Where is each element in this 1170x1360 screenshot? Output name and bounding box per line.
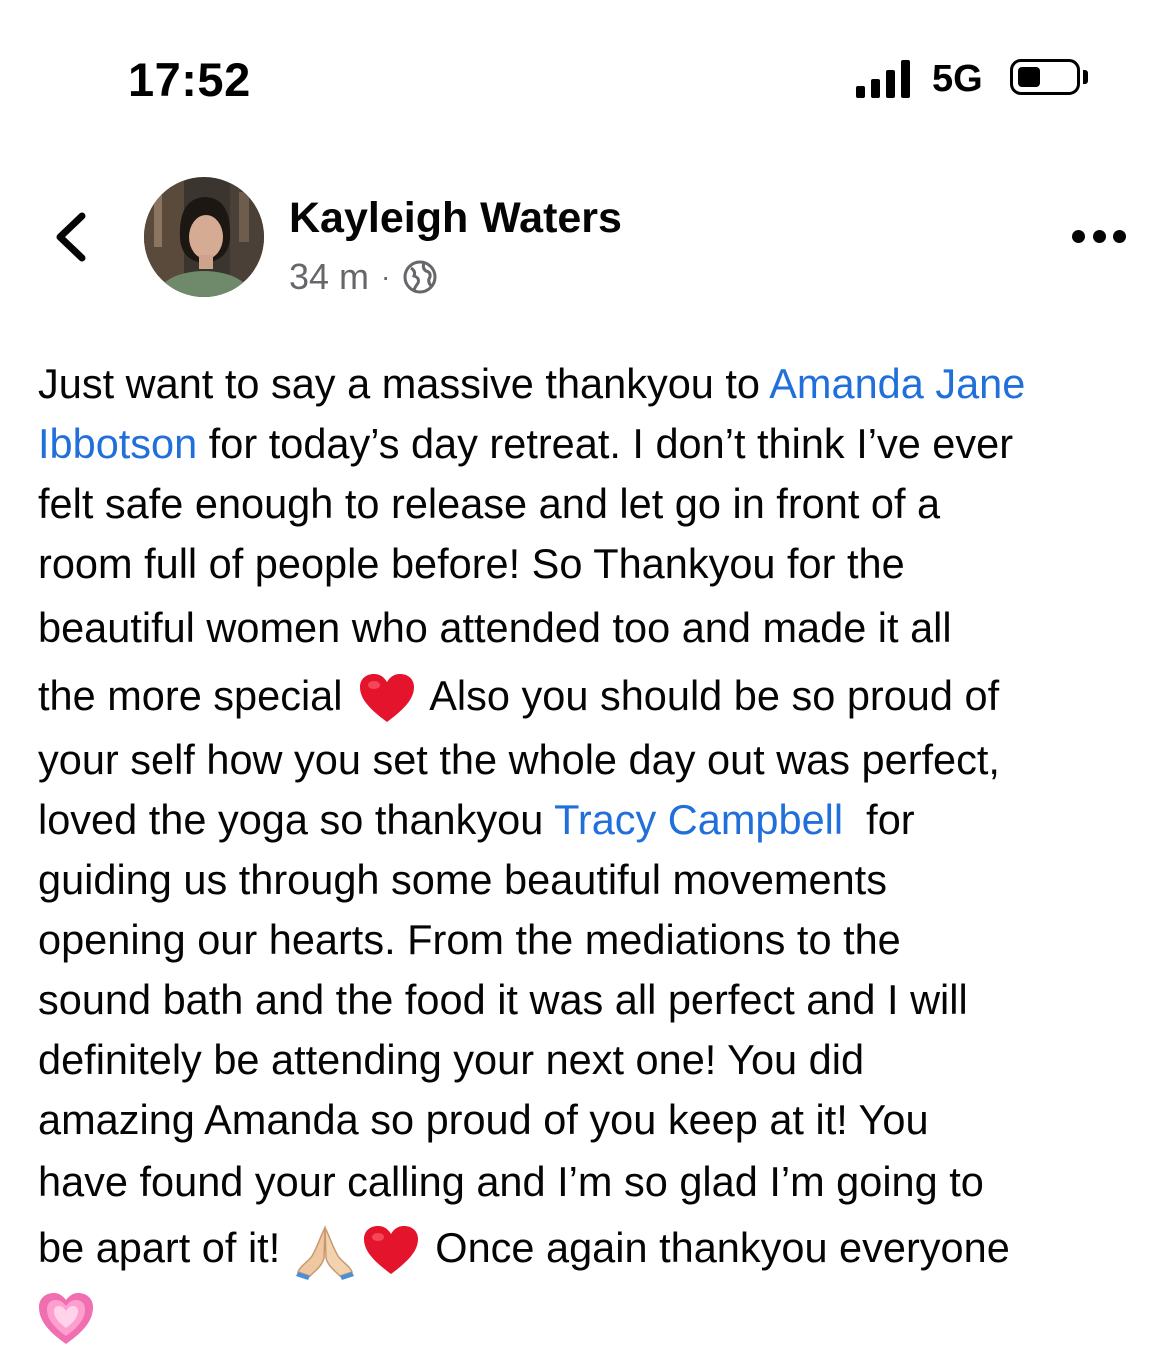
post-line: the more special Also you should be so p… bbox=[38, 662, 1148, 730]
post-text: Just want to say a massive thankyou to A… bbox=[38, 354, 1148, 1350]
post-line: felt safe enough to release and let go i… bbox=[38, 480, 941, 527]
post-line: Ibbotson for today’s day retreat. I don’… bbox=[38, 420, 1014, 467]
post-line: have found your calling and I’m so glad … bbox=[38, 1158, 984, 1205]
battery-icon bbox=[1010, 59, 1080, 95]
post-line: Just want to say a massive thankyou to A… bbox=[38, 360, 1026, 407]
post-line: definitely be attending your next one! Y… bbox=[38, 1036, 865, 1083]
mention-amanda[interactable]: Ibbotson bbox=[38, 420, 197, 467]
avatar[interactable] bbox=[144, 177, 264, 297]
post-line: room full of people before! So Thankyou … bbox=[38, 540, 905, 587]
growing-heart-icon bbox=[39, 1293, 93, 1345]
post-line bbox=[38, 1282, 1148, 1350]
mention-tracy[interactable]: Tracy Campbell bbox=[554, 796, 843, 843]
red-heart-icon bbox=[360, 674, 415, 723]
meta-separator: · bbox=[381, 261, 391, 292]
post-line: sound bath and the food it was all perfe… bbox=[38, 976, 968, 1023]
post-line: amazing Amanda so proud of you keep at i… bbox=[38, 1096, 929, 1143]
network-type: 5G bbox=[932, 58, 983, 100]
mention-amanda[interactable]: Amanda Jane bbox=[769, 360, 1025, 407]
post-line: your self how you set the whole day out … bbox=[38, 736, 1000, 783]
status-time: 17:52 bbox=[128, 53, 251, 106]
back-chevron-icon[interactable] bbox=[52, 210, 92, 264]
post-meta: 34 m · bbox=[289, 256, 438, 298]
author-name[interactable]: Kayleigh Waters bbox=[289, 194, 622, 243]
post-timestamp[interactable]: 34 m bbox=[289, 256, 369, 298]
cellular-signal-icon bbox=[856, 60, 914, 98]
post-line: guiding us through some beautiful moveme… bbox=[38, 856, 887, 903]
battery-cap bbox=[1083, 70, 1088, 84]
post-line: opening our hearts. From the mediations … bbox=[38, 916, 901, 963]
post-line: be apart of it! Once again thankyou ever… bbox=[38, 1214, 1148, 1282]
post-line: loved the yoga so thankyou Tracy Campbel… bbox=[38, 796, 915, 843]
globe-icon[interactable] bbox=[402, 259, 438, 295]
red-heart-icon bbox=[363, 1226, 418, 1275]
post-line: beautiful women who attended too and mad… bbox=[38, 604, 952, 651]
more-options-icon[interactable] bbox=[1072, 230, 1126, 246]
folded-hands-icon bbox=[295, 1225, 354, 1281]
